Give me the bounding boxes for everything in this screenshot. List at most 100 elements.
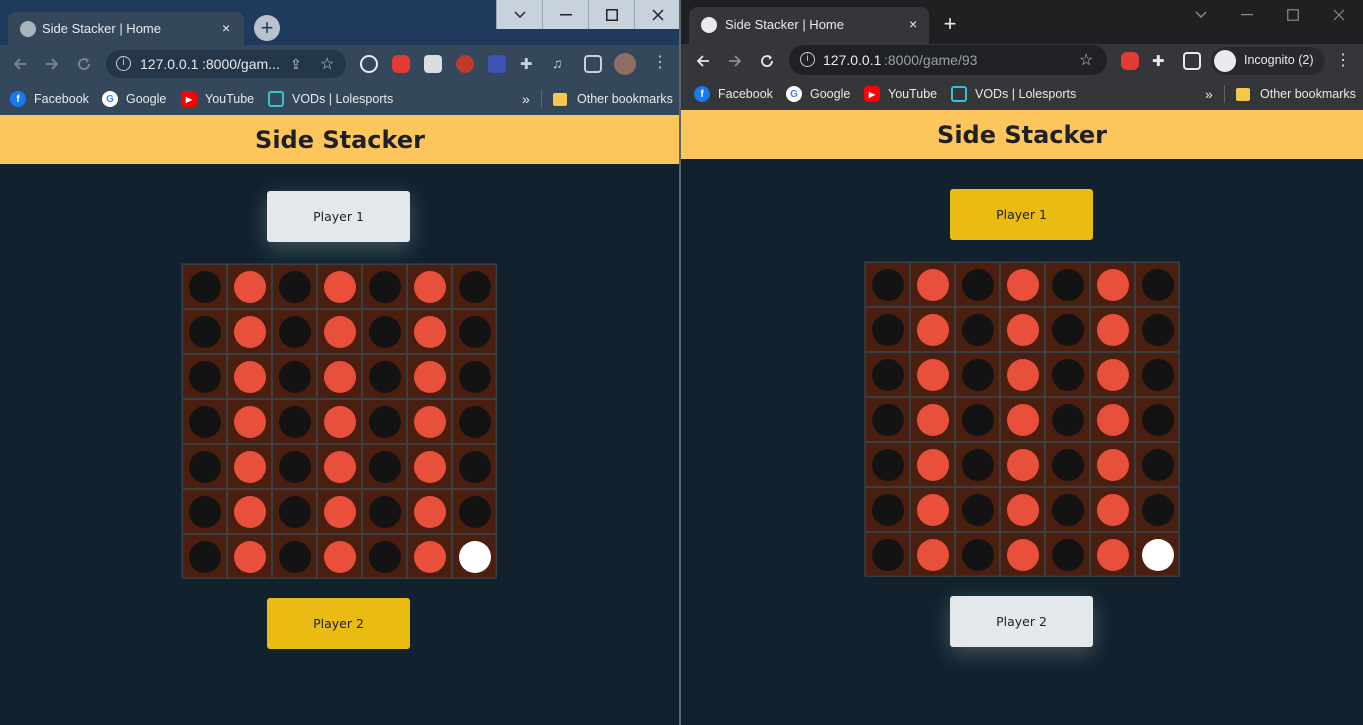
board-cell[interactable]	[955, 487, 1000, 532]
board-cell[interactable]	[1090, 397, 1135, 442]
bookmarks-overflow-button[interactable]: »	[522, 90, 530, 108]
board-cell[interactable]	[227, 489, 272, 534]
address-bar[interactable]: i 127.0.0.1 :8000/gam... ⇪ ☆	[106, 50, 346, 78]
board-cell[interactable]	[1045, 487, 1090, 532]
board-cell[interactable]	[1045, 397, 1090, 442]
player-1-button[interactable]: Player 1	[950, 189, 1093, 240]
board-cell[interactable]	[407, 444, 452, 489]
board-cell[interactable]	[317, 489, 362, 534]
reload-icon[interactable]	[72, 52, 96, 76]
bookmark-google[interactable]: G Google	[102, 90, 166, 108]
board-cell[interactable]	[1045, 352, 1090, 397]
extension-icon[interactable]	[456, 55, 474, 73]
board-cell[interactable]	[1000, 442, 1045, 487]
board-cell[interactable]	[1135, 532, 1180, 577]
board-cell[interactable]	[317, 264, 362, 309]
board-cell[interactable]	[1135, 397, 1180, 442]
incognito-badge[interactable]: Incognito (2)	[1211, 47, 1325, 75]
board-cell[interactable]	[955, 442, 1000, 487]
minimize-icon[interactable]	[1224, 2, 1270, 28]
side-panel-icon[interactable]	[1183, 52, 1201, 70]
adblock-extension-icon[interactable]	[1121, 52, 1139, 70]
board-cell[interactable]	[452, 264, 497, 309]
board-cell[interactable]	[182, 534, 227, 579]
bookmark-facebook[interactable]: f Facebook	[694, 85, 773, 103]
board-cell[interactable]	[1135, 262, 1180, 307]
board-cell[interactable]	[1000, 397, 1045, 442]
board-cell[interactable]	[452, 309, 497, 354]
board-cell[interactable]	[865, 532, 910, 577]
board-cell[interactable]	[182, 489, 227, 534]
board-cell[interactable]	[362, 489, 407, 534]
board-cell[interactable]	[317, 399, 362, 444]
board-cell[interactable]	[865, 442, 910, 487]
bookmark-facebook[interactable]: f Facebook	[10, 90, 89, 108]
board-cell[interactable]	[865, 307, 910, 352]
board-cell[interactable]	[407, 309, 452, 354]
board-cell[interactable]	[1135, 352, 1180, 397]
arrow-right-icon[interactable]	[40, 52, 64, 76]
blocker-extension-icon[interactable]	[360, 55, 378, 73]
board-cell[interactable]	[227, 444, 272, 489]
board-cell[interactable]	[272, 489, 317, 534]
other-bookmarks[interactable]: Other bookmarks	[553, 90, 673, 108]
board-cell[interactable]	[1045, 307, 1090, 352]
board-cell[interactable]	[1000, 307, 1045, 352]
side-panel-icon[interactable]	[584, 55, 602, 73]
player-2-button[interactable]: Player 2	[267, 598, 410, 649]
board-cell[interactable]	[910, 532, 955, 577]
board-cell[interactable]	[1000, 352, 1045, 397]
board-cell[interactable]	[955, 307, 1000, 352]
close-tab-icon[interactable]: ×	[909, 16, 917, 32]
board-cell[interactable]	[452, 399, 497, 444]
extension-icon[interactable]	[424, 55, 442, 73]
chevron-down-icon[interactable]	[1178, 2, 1224, 28]
board-cell[interactable]	[182, 264, 227, 309]
board-cell[interactable]	[182, 444, 227, 489]
adblock-extension-icon[interactable]	[392, 55, 410, 73]
board-cell[interactable]	[910, 262, 955, 307]
board-cell[interactable]	[1135, 307, 1180, 352]
board-cell[interactable]	[407, 489, 452, 534]
board-cell[interactable]	[865, 487, 910, 532]
board-cell[interactable]	[407, 399, 452, 444]
board-cell[interactable]	[910, 307, 955, 352]
star-icon[interactable]: ☆	[1079, 50, 1093, 70]
board-cell[interactable]	[272, 399, 317, 444]
player-2-button[interactable]: Player 2	[950, 596, 1093, 647]
board-cell[interactable]	[955, 352, 1000, 397]
board-cell[interactable]	[1000, 532, 1045, 577]
info-icon[interactable]: i	[116, 56, 131, 71]
new-tab-button[interactable]: +	[254, 15, 280, 41]
board-cell[interactable]	[1135, 442, 1180, 487]
star-icon[interactable]: ☆	[320, 54, 334, 74]
board-cell[interactable]	[272, 354, 317, 399]
close-icon[interactable]	[634, 0, 680, 29]
board-cell[interactable]	[1045, 442, 1090, 487]
other-bookmarks[interactable]: Other bookmarks	[1236, 85, 1356, 103]
chevron-down-icon[interactable]	[496, 0, 542, 29]
maximize-icon[interactable]	[1270, 2, 1316, 28]
board-cell[interactable]	[1090, 442, 1135, 487]
board-cell[interactable]	[227, 399, 272, 444]
board-cell[interactable]	[227, 264, 272, 309]
board-cell[interactable]	[407, 534, 452, 579]
reload-icon[interactable]	[755, 49, 779, 73]
arrow-left-icon[interactable]	[691, 49, 715, 73]
board-cell[interactable]	[272, 534, 317, 579]
board-cell[interactable]	[910, 397, 955, 442]
board-cell[interactable]	[362, 309, 407, 354]
board-cell[interactable]	[182, 309, 227, 354]
tab-side-stacker[interactable]: Side Stacker | Home ×	[689, 7, 929, 44]
board-cell[interactable]	[227, 354, 272, 399]
board-cell[interactable]	[452, 444, 497, 489]
board-cell[interactable]	[272, 309, 317, 354]
board-cell[interactable]	[227, 309, 272, 354]
close-icon[interactable]	[1316, 2, 1362, 28]
board-cell[interactable]	[317, 354, 362, 399]
bookmarks-overflow-button[interactable]: »	[1205, 85, 1213, 103]
address-bar[interactable]: i 127.0.0.1 :8000/game/93 ☆	[789, 45, 1107, 75]
board-cell[interactable]	[272, 444, 317, 489]
info-icon[interactable]: i	[800, 52, 815, 67]
board-cell[interactable]	[1045, 262, 1090, 307]
